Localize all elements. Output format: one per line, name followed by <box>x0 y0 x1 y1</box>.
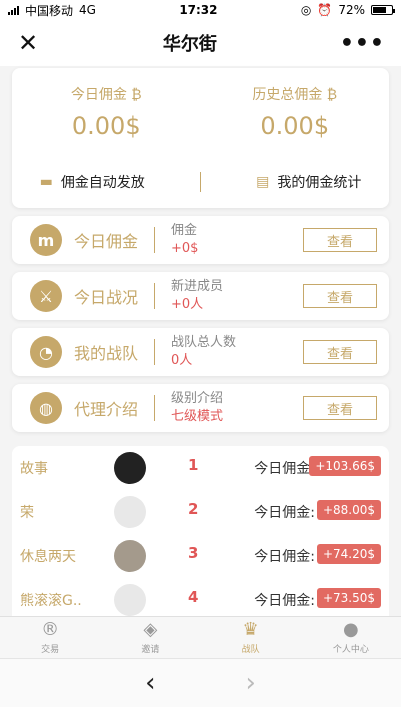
ranking-list: 故事 1 今日佣金: +103.66$ 荣 2 今日佣金: +88.00$ 休息… <box>12 446 389 616</box>
member-name: 故事 <box>20 461 48 477</box>
forward-icon[interactable]: › <box>246 668 256 698</box>
menu-title: 今日佣金 <box>74 232 139 251</box>
menu-title: 我的战队 <box>74 344 139 363</box>
avatar <box>114 584 146 616</box>
commission-badge: +88.00$ <box>316 500 381 520</box>
tab-team[interactable]: ♛ 战队 <box>201 617 301 658</box>
menu-card-today-commission[interactable]: m 今日佣金 佣金 +0$ 查看 <box>12 216 389 264</box>
menu-info-label: 级别介绍 <box>171 391 224 406</box>
avatar <box>114 540 146 572</box>
list-item[interactable]: 休息两天 3 今日佣金: +74.20$ <box>12 534 389 578</box>
menu-info-label: 战队总人数 <box>171 335 237 350</box>
tab-label: 个人中心 <box>332 644 369 655</box>
commission-icon: m <box>30 224 62 256</box>
rank-number: 4 <box>188 588 199 606</box>
tab-profile[interactable]: ● 个人中心 <box>301 617 401 658</box>
tab-label: 战队 <box>241 644 260 655</box>
bitcoin-icon: ₿ <box>322 87 338 103</box>
close-icon[interactable]: ✕ <box>16 29 40 57</box>
auto-payout-label: 佣金自动发放 <box>60 175 145 191</box>
network-type: 4G <box>79 3 96 17</box>
rank-number: 1 <box>188 456 199 474</box>
list-item[interactable]: 故事 1 今日佣金: +103.66$ <box>12 446 389 490</box>
today-commission: 今日佣金 ₿ 0.00$ <box>12 84 201 140</box>
globe-icon: ◍ <box>30 392 62 424</box>
menu-card-today-battle[interactable]: ⚔ 今日战况 新进成员 +0人 查看 <box>12 272 389 320</box>
trophy-icon: ♛ <box>242 618 259 640</box>
clock: 17:32 <box>179 3 218 17</box>
commission-stats-label: 我的佣金统计 <box>277 175 362 191</box>
commission-summary: 今日佣金 ₿ 0.00$ 历史总佣金 ₿ 0.00$ ▬ 佣金自动发放 ▤ 我的… <box>12 68 389 208</box>
total-commission-label: 历史总佣金 <box>252 87 323 103</box>
menu-info-value: 七级模式 <box>171 409 224 424</box>
registered-icon: ® <box>41 618 60 640</box>
avatar <box>114 496 146 528</box>
divider <box>154 395 155 421</box>
menu-info-label: 新进成员 <box>171 279 224 294</box>
auto-payout-button[interactable]: ▬ 佣金自动发放 <box>40 172 145 192</box>
commission-badge: +74.20$ <box>316 544 381 564</box>
tab-label: 邀请 <box>141 644 160 655</box>
menu-card-agent-intro[interactable]: ◍ 代理介绍 级别介绍 七级模式 查看 <box>12 384 389 432</box>
divider <box>154 227 155 253</box>
document-icon: ▤ <box>256 174 270 190</box>
view-button[interactable]: 查看 <box>303 340 377 364</box>
back-icon[interactable]: ‹ <box>145 668 155 698</box>
menu-info-label: 佣金 <box>171 223 198 238</box>
page-title: 华尔街 <box>162 34 217 55</box>
invite-icon: ◈ <box>143 618 158 640</box>
rank-number: 2 <box>188 500 199 518</box>
battery-icon <box>370 5 395 15</box>
browser-nav: ‹ › <box>0 658 401 707</box>
today-commission-label: 今日佣金 <box>70 87 127 103</box>
signal-icon <box>8 5 19 15</box>
divider <box>199 172 201 192</box>
alarm-icon: ⏰ <box>317 3 333 17</box>
lock-rotation-icon: ◎ <box>300 3 312 17</box>
pie-chart-icon: ◔ <box>30 336 62 368</box>
member-name: 休息两天 <box>20 549 76 565</box>
navbar: ✕ 华尔街 ••• <box>0 20 401 66</box>
tab-invite[interactable]: ◈ 邀请 <box>100 617 200 658</box>
list-item[interactable]: 荣 2 今日佣金: +88.00$ <box>12 490 389 534</box>
list-item[interactable]: 熊滚滚G.. 4 今日佣金: +73.50$ <box>12 578 389 616</box>
battery-percent: 72% <box>338 3 365 17</box>
tab-trade[interactable]: ® 交易 <box>0 617 100 658</box>
total-commission: 历史总佣金 ₿ 0.00$ <box>201 84 390 140</box>
menu-title: 代理介绍 <box>74 400 139 419</box>
status-bar: 中国移动 4G 17:32 ◎ ⏰ 72% <box>0 0 401 20</box>
today-commission-value: 0.00$ <box>71 112 141 140</box>
menu-info-value: +0人 <box>171 297 204 312</box>
battle-icon: ⚔ <box>30 280 62 312</box>
member-name: 熊滚滚G.. <box>20 593 82 609</box>
tab-label: 交易 <box>41 644 60 655</box>
member-name: 荣 <box>20 505 34 521</box>
view-button[interactable]: 查看 <box>303 228 377 252</box>
divider <box>154 283 155 309</box>
tab-bar: ® 交易 ◈ 邀请 ♛ 战队 ● 个人中心 <box>0 616 401 658</box>
menu-card-my-team[interactable]: ◔ 我的战队 战队总人数 0人 查看 <box>12 328 389 376</box>
view-button[interactable]: 查看 <box>303 396 377 420</box>
commission-label: 今日佣金: <box>254 549 315 565</box>
view-button[interactable]: 查看 <box>303 284 377 308</box>
commission-badge: +73.50$ <box>316 588 381 608</box>
menu-info-value: 0人 <box>171 353 193 368</box>
divider <box>154 339 155 365</box>
carrier: 中国移动 <box>25 3 74 18</box>
avatar <box>114 452 146 484</box>
menu-info-value: +0$ <box>171 241 199 256</box>
more-icon[interactable]: ••• <box>340 31 385 56</box>
user-icon: ● <box>343 618 359 640</box>
commission-badge: +103.66$ <box>309 456 381 476</box>
commission-stats-button[interactable]: ▤ 我的佣金统计 <box>256 172 361 192</box>
card-icon: ▬ <box>39 174 53 190</box>
commission-label: 今日佣金: <box>254 593 315 609</box>
commission-label: 今日佣金: <box>254 505 315 521</box>
commission-label: 今日佣金: <box>254 461 315 477</box>
menu-title: 今日战况 <box>74 288 139 307</box>
total-commission-value: 0.00$ <box>260 112 330 140</box>
rank-number: 3 <box>188 544 199 562</box>
bitcoin-icon: ₿ <box>126 87 142 103</box>
